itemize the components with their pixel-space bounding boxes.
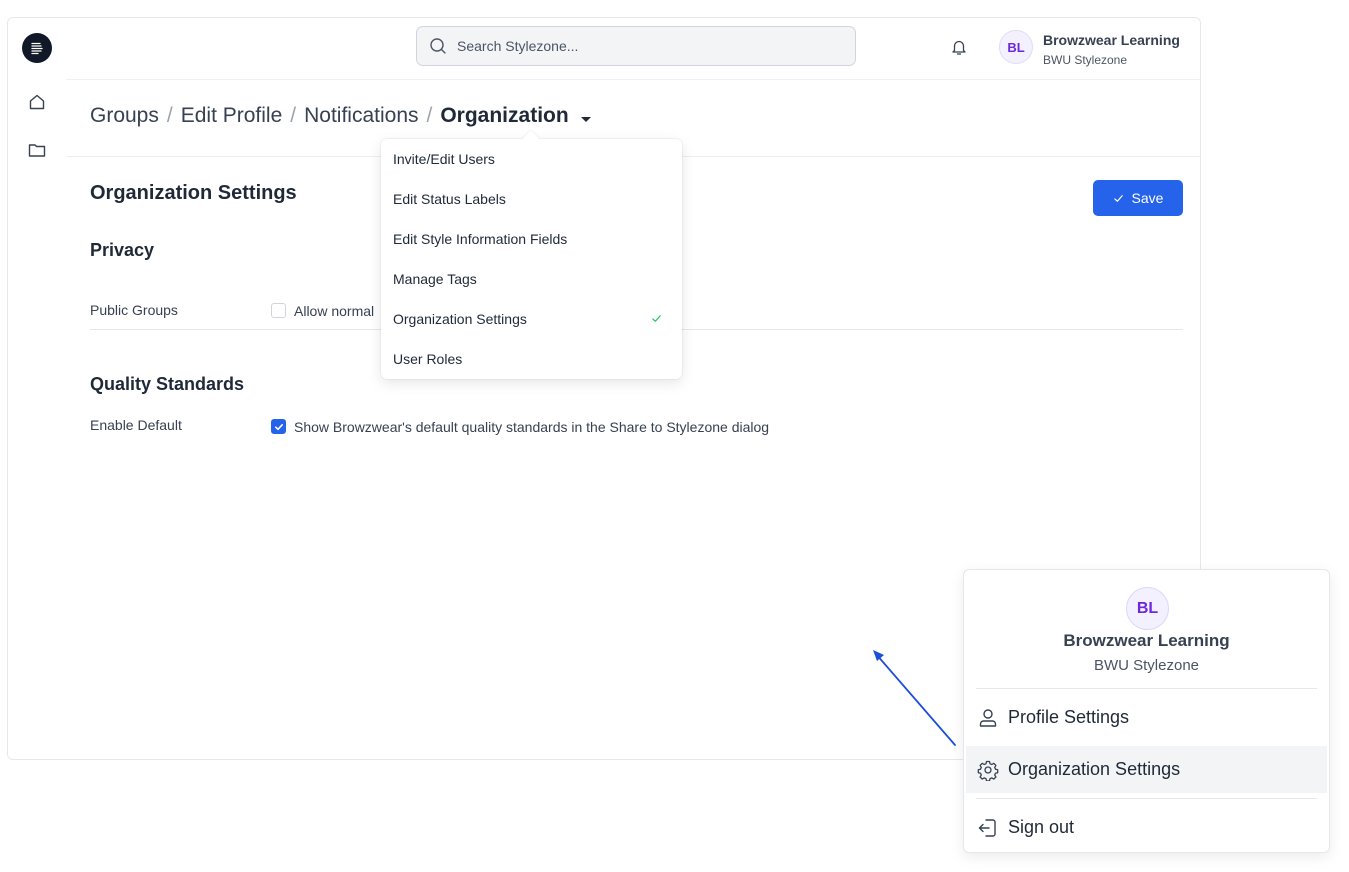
app-logo[interactable] [22,33,52,63]
organization-dropdown-menu: Invite/Edit Users Edit Status Labels Edi… [381,139,682,379]
checkmark-icon [274,423,283,430]
search-input[interactable] [457,38,837,54]
public-groups-checkbox[interactable] [271,303,286,318]
search-icon [430,38,446,54]
sidebar-item-home[interactable] [27,92,47,112]
user-menu-profile-settings[interactable]: Profile Settings [966,694,1327,741]
menu-item-manage-tags[interactable]: Manage Tags [381,259,682,299]
sign-out-icon [978,818,996,837]
save-button[interactable]: Save [1093,180,1183,216]
menu-item-user-roles[interactable]: User Roles [381,339,682,379]
quality-standards-heading: Quality Standards [90,374,245,394]
user-menu-sign-out[interactable]: Sign out [966,804,1327,851]
enable-default-checkbox[interactable] [271,419,286,434]
user-menu-divider [976,798,1317,799]
user-menu-organization: BWU Stylezone [1093,657,1200,674]
sidebar [8,18,66,759]
gear-icon [977,760,999,781]
menu-item-label: User Roles [393,351,463,367]
breadcrumb-separator: / [426,104,433,127]
stylezone-logo-icon [31,42,43,55]
sidebar-item-files[interactable] [27,140,47,160]
menu-item-invite-edit-users[interactable]: Invite/Edit Users [381,139,682,179]
menu-item-edit-status-labels[interactable]: Edit Status Labels [381,179,682,219]
bell-icon [952,40,966,55]
user-menu-divider [976,688,1317,689]
user-menu-item-label: Organization Settings [1008,759,1181,779]
top-bar: BL Browzwear Learning BWU Stylezone [66,18,1200,80]
menu-item-label: Edit Style Information Fields [393,231,568,247]
enable-default-label: Enable Default [90,417,182,433]
user-icon [979,708,997,727]
public-groups-label: Public Groups [90,302,178,318]
breadcrumb-groups[interactable]: Groups [90,104,159,128]
menu-item-label: Invite/Edit Users [393,151,495,167]
user-name[interactable]: Browzwear Learning [1043,32,1180,48]
menu-item-organization-settings[interactable]: Organization Settings [381,299,682,339]
save-button-label: Save [1131,190,1164,206]
user-menu-popover: BL Browzwear Learning BWU Stylezone Prof… [963,569,1330,853]
folder-icon [28,144,46,157]
user-organization: BWU Stylezone [1043,53,1128,67]
caret-down-icon [580,117,591,122]
user-menu-name: Browzwear Learning [1063,631,1230,650]
user-menu-item-label: Sign out [1008,817,1075,837]
menu-item-edit-style-information-fields[interactable]: Edit Style Information Fields [381,219,682,259]
page-title: Organization Settings [90,182,297,204]
breadcrumb-organization-dropdown[interactable]: Organization [440,104,591,128]
user-menu-avatar: BL [1126,587,1169,630]
enable-default-checkbox-text[interactable]: Show Browzwear's default quality standar… [294,419,769,435]
user-avatar[interactable]: BL [999,30,1033,64]
breadcrumb-separator: / [166,104,173,127]
public-groups-checkbox-text[interactable]: Allow normal [294,303,374,319]
breadcrumb-edit-profile[interactable]: Edit Profile [181,104,283,128]
notifications-button[interactable] [950,38,970,58]
breadcrumb-separator: / [290,104,297,127]
selected-check-icon [652,315,661,322]
user-menu-organization-settings[interactable]: Organization Settings [966,746,1327,793]
privacy-heading: Privacy [90,240,155,260]
user-menu-item-label: Profile Settings [1008,707,1130,727]
menu-item-label: Organization Settings [393,311,527,327]
check-icon [1113,194,1123,202]
home-icon [29,94,45,110]
search-box[interactable] [416,26,856,66]
breadcrumb-current-label: Organization [440,104,569,127]
menu-item-label: Edit Status Labels [393,191,506,207]
menu-item-label: Manage Tags [393,271,477,287]
breadcrumb: Groups / Edit Profile / Notifications / … [90,104,591,128]
breadcrumb-notifications[interactable]: Notifications [304,104,418,128]
annotation-arrow [873,650,956,746]
